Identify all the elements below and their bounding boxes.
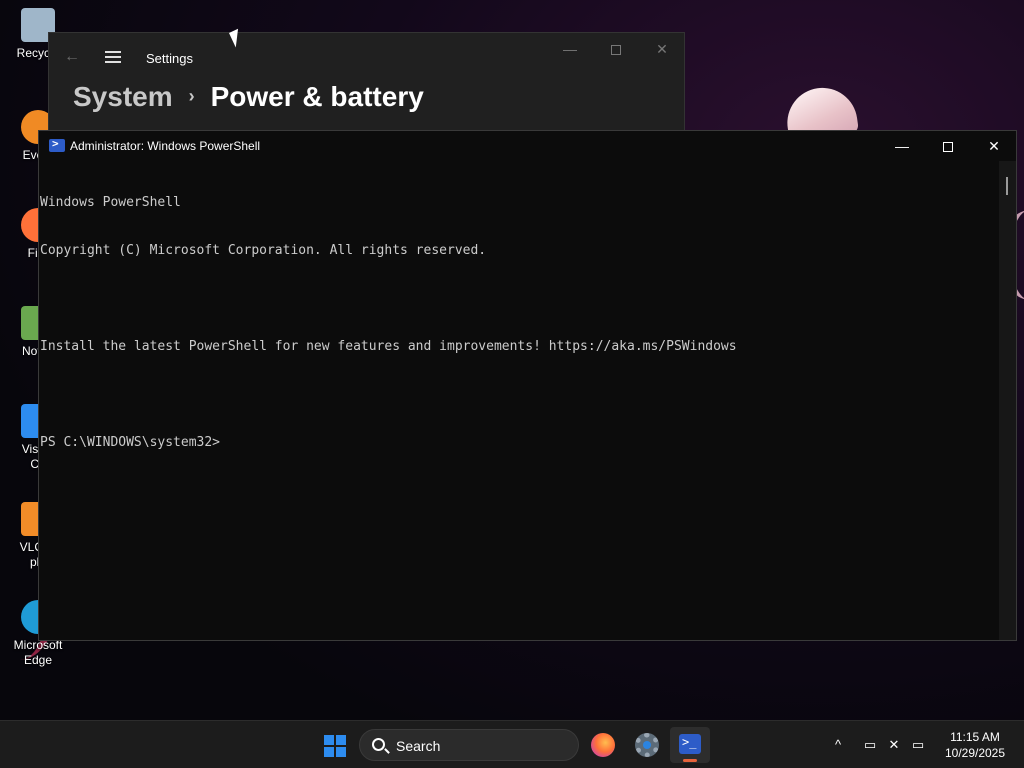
settings-titlebar[interactable]: ← Settings — ✕ xyxy=(49,33,684,81)
back-arrow-icon[interactable]: ← xyxy=(64,49,80,65)
battery-icon[interactable]: ▭ xyxy=(908,735,928,755)
window-title: Administrator: Windows PowerShell xyxy=(70,139,261,153)
powershell-icon xyxy=(679,734,701,754)
taskbar: Search ^ ▭ ✕ ▭ 11:15 AM 10/29/2025 xyxy=(0,720,1024,768)
minimize-button[interactable]: — xyxy=(879,131,925,161)
gear-icon xyxy=(635,733,659,757)
taskbar-clock[interactable]: 11:15 AM 10/29/2025 xyxy=(936,729,1014,761)
start-button[interactable] xyxy=(314,727,354,763)
firefox-icon xyxy=(591,733,615,757)
chevron-up-icon[interactable]: ^ xyxy=(828,735,848,755)
console-line: Copyright (C) Microsoft Corporation. All… xyxy=(40,243,487,258)
minimize-button[interactable]: — xyxy=(547,33,593,65)
console-scrollbar[interactable] xyxy=(999,161,1016,640)
search-icon xyxy=(372,738,385,751)
search-label: Search xyxy=(396,738,441,754)
network-icon[interactable]: ▭ xyxy=(860,735,880,755)
chevron-right-icon: › xyxy=(188,86,195,106)
console-line: Windows PowerShell xyxy=(40,195,181,210)
scrollbar-thumb[interactable] xyxy=(1006,177,1008,195)
desktop-icon-label: Edge xyxy=(23,653,53,667)
close-button[interactable]: ✕ xyxy=(639,33,685,65)
powershell-icon xyxy=(49,137,65,152)
console-output[interactable]: Windows PowerShell Copyright (C) Microso… xyxy=(39,161,1001,640)
taskbar-settings[interactable] xyxy=(626,727,666,763)
windows-logo-icon xyxy=(324,735,346,757)
close-button[interactable]: ✕ xyxy=(971,131,1017,161)
taskbar-firefox[interactable] xyxy=(582,727,622,763)
maximize-button[interactable] xyxy=(925,131,971,161)
taskbar-powershell[interactable] xyxy=(670,727,710,763)
settings-window[interactable]: ← Settings — ✕ System › Power & battery xyxy=(48,32,685,132)
console-line: Install the latest PowerShell for new fe… xyxy=(40,339,737,354)
breadcrumb-system[interactable]: System xyxy=(73,81,173,112)
volume-muted-icon[interactable]: ✕ xyxy=(884,735,904,755)
maximize-button[interactable] xyxy=(593,33,639,65)
breadcrumb: System › Power & battery xyxy=(73,81,424,113)
clock-time: 11:15 AM xyxy=(950,730,1000,744)
powershell-window[interactable]: Administrator: Windows PowerShell — ✕ Wi… xyxy=(38,130,1017,641)
settings-app-title: Settings xyxy=(146,51,193,66)
taskbar-search[interactable]: Search xyxy=(359,729,579,761)
clock-date: 10/29/2025 xyxy=(944,746,1006,760)
page-title: Power & battery xyxy=(210,81,424,112)
console-prompt[interactable]: PS C:\WINDOWS\system32> xyxy=(40,435,1001,451)
powershell-titlebar[interactable]: Administrator: Windows PowerShell — ✕ xyxy=(39,131,1016,161)
hamburger-menu-icon[interactable] xyxy=(105,51,121,63)
